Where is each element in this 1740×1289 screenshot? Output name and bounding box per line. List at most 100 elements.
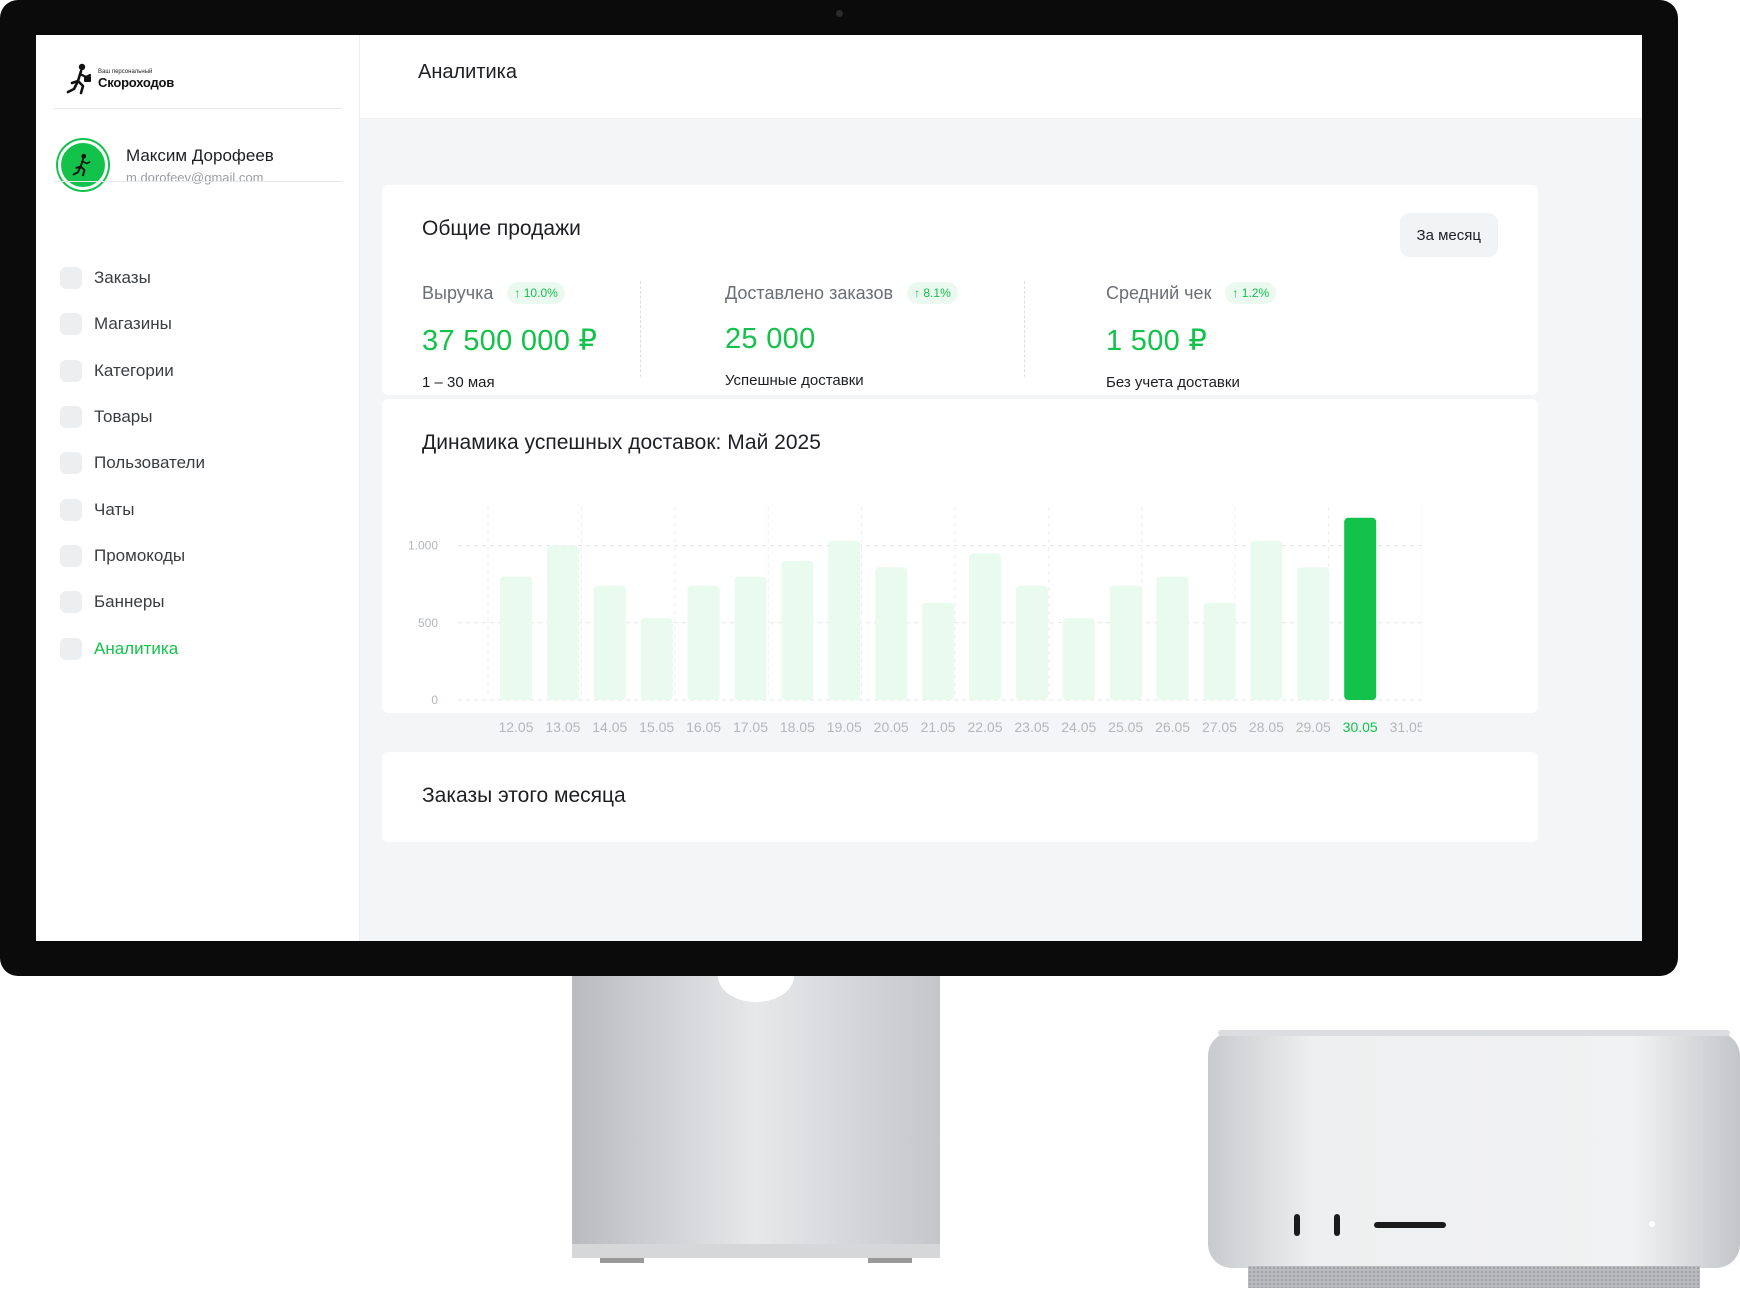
x-tick-label: 14.05 — [592, 719, 627, 735]
mac-studio — [1208, 1030, 1740, 1288]
x-tick-label: 12.05 — [498, 719, 533, 735]
chart-bar — [828, 540, 861, 700]
growth-badge: ↑ 8.1% — [907, 282, 958, 304]
products-icon — [60, 406, 82, 429]
sidebar-item-label: Чаты — [94, 499, 135, 519]
sidebar-item-label: Аналитика — [94, 638, 179, 658]
x-tick-label: 26.05 — [1155, 719, 1190, 735]
app-screen: Ваш персональный Скороходов Максим Дороф… — [36, 35, 1642, 941]
chart-bar — [875, 567, 908, 700]
chart-bar — [922, 602, 955, 700]
sidebar-nav: Заказы Магазины Категории Товары Пользов… — [60, 255, 340, 672]
stat-label: Доставлено заказов — [725, 282, 894, 303]
sidebar-item-label: Пользователи — [94, 453, 205, 473]
x-tick-label: 18.05 — [780, 719, 815, 735]
sidebar-item-promo[interactable]: Промокоды — [60, 533, 340, 579]
stat-label: Выручка — [422, 282, 494, 303]
sidebar-item-label: Категории — [94, 360, 174, 380]
chart-card: Динамика успешных доставок: Май 2025 0 50… — [382, 399, 1538, 735]
orders-card: Заказы этого месяца — [382, 752, 1538, 842]
stores-icon — [60, 313, 82, 336]
avatar — [58, 140, 108, 190]
user-profile[interactable]: Максим Дорофеев m.dorofeev@gmail.com — [58, 135, 338, 195]
chart-bar — [781, 561, 814, 700]
orders-title: Заказы этого месяца — [422, 784, 626, 807]
x-tick-label: 28.05 — [1249, 719, 1284, 735]
sidebar-item-users[interactable]: Пользователи — [60, 440, 340, 486]
chart-bar — [687, 585, 720, 700]
growth-badge: ↑ 10.0% — [507, 282, 565, 304]
sidebar-item-label: Заказы — [94, 268, 151, 288]
x-tick-label: 22.05 — [967, 719, 1002, 735]
sidebar-item-products[interactable]: Товары — [60, 394, 340, 440]
stat-divider — [1024, 281, 1025, 377]
sales-card: Общие продажи За месяц Выручка ↑ 10.0% 3… — [382, 185, 1538, 395]
runner-logo-icon — [66, 63, 92, 95]
stat-note: 1 – 30 мая — [422, 374, 495, 391]
sales-title: Общие продажи — [422, 217, 581, 240]
x-tick-label: 23.05 — [1014, 719, 1049, 735]
stat-delivered: Доставлено заказов ↑ 8.1% 25 000 Успешны… — [725, 281, 958, 389]
y-tick-label: 1.000 — [408, 539, 438, 553]
promo-icon — [60, 544, 82, 567]
users-icon — [60, 452, 82, 475]
stat-revenue: Выручка ↑ 10.0% 37 500 000 ₽ 1 – 30 мая — [422, 281, 597, 391]
x-tick-label: 21.05 — [921, 719, 956, 735]
x-tick-label: 16.05 — [686, 719, 721, 735]
y-tick-label: 500 — [418, 616, 438, 630]
sidebar-divider — [54, 108, 342, 109]
x-tick-label: 25.05 — [1108, 719, 1143, 735]
stat-value: 37 500 000 ₽ — [422, 325, 598, 357]
chats-icon — [60, 498, 82, 521]
sidebar-item-label: Товары — [94, 407, 153, 427]
chart-bar — [1250, 540, 1283, 700]
sidebar-item-banners[interactable]: Баннеры — [60, 579, 340, 625]
sidebar: Ваш персональный Скороходов Максим Дороф… — [36, 35, 360, 941]
logo[interactable]: Ваш персональный Скороходов — [66, 61, 174, 97]
sidebar-item-label: Промокоды — [94, 545, 186, 565]
monitor-frame: Ваш персональный Скороходов Максим Дороф… — [0, 0, 1678, 976]
monitor-stand — [572, 976, 940, 1263]
x-tick-label: 15.05 — [639, 719, 674, 735]
x-tick-label: 31.05 — [1390, 719, 1422, 735]
chart-bar — [1015, 585, 1048, 700]
stat-note: Без учета доставки — [1106, 374, 1240, 391]
stat-value: 1 500 ₽ — [1106, 325, 1208, 357]
chart-bar — [734, 576, 767, 700]
sidebar-item-categories[interactable]: Категории — [60, 348, 340, 394]
sidebar-divider — [54, 181, 342, 182]
y-tick-label: 0 — [431, 693, 438, 707]
stat-avg-check: Средний чек ↑ 1.2% 1 500 ₽ Без учета дос… — [1106, 281, 1277, 391]
runner-avatar-icon — [72, 153, 91, 177]
sidebar-item-orders[interactable]: Заказы — [60, 255, 340, 301]
sidebar-item-chats[interactable]: Чаты — [60, 486, 340, 532]
chart-bar — [1062, 618, 1095, 700]
stat-value: 25 000 — [725, 323, 816, 355]
chart-bar — [1297, 567, 1330, 700]
x-tick-label: 17.05 — [733, 719, 768, 735]
x-tick-label: 29.05 — [1296, 719, 1331, 735]
stat-note: Успешные доставки — [725, 372, 864, 389]
chart-bar — [1109, 585, 1142, 700]
deliveries-bar-chart: 0 500 1.000 12.05 13.05 14.05 15.05 16.05 17.05 1… — [408, 507, 1422, 735]
x-tick-label: 30.05 — [1343, 719, 1378, 735]
x-tick-label: 13.05 — [545, 719, 580, 735]
x-tick-label: 19.05 — [827, 719, 862, 735]
stat-divider — [640, 281, 641, 377]
sidebar-item-analytics[interactable]: Аналитика — [60, 625, 340, 671]
user-email: m.dorofeev@gmail.com — [126, 169, 264, 185]
banners-icon — [60, 591, 82, 614]
camera-dot — [836, 10, 843, 17]
sidebar-item-stores[interactable]: Магазины — [60, 301, 340, 347]
period-button[interactable]: За месяц — [1399, 213, 1498, 257]
x-tick-label: 27.05 — [1202, 719, 1237, 735]
chart-bar — [1156, 576, 1189, 700]
chart-bar — [969, 553, 1001, 700]
sidebar-item-label: Магазины — [94, 314, 172, 334]
page-title: Аналитика — [418, 61, 517, 83]
chart-bar — [640, 618, 673, 700]
chart-bar — [593, 585, 626, 700]
x-tick-label: 20.05 — [874, 719, 909, 735]
chart-bar — [500, 576, 532, 700]
sidebar-item-label: Баннеры — [94, 592, 165, 612]
